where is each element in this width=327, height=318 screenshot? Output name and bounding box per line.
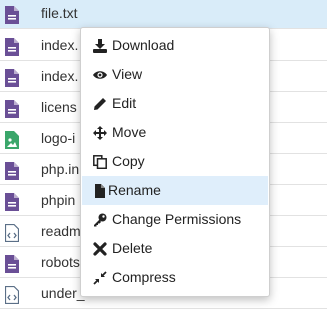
document-icon <box>5 255 19 273</box>
menu-item-compress[interactable]: Compress <box>82 263 268 292</box>
file-name[interactable]: index. <box>41 37 78 53</box>
menu-item-change-permissions[interactable]: Change Permissions <box>82 205 268 234</box>
download-icon <box>93 39 107 53</box>
file-name[interactable]: file.txt <box>41 5 78 21</box>
file-name[interactable]: under_ <box>41 285 85 301</box>
copy-icon <box>93 155 107 170</box>
document-icon <box>5 100 19 118</box>
file-name[interactable]: logo-i <box>41 130 75 146</box>
document-icon <box>5 38 19 56</box>
menu-item-delete[interactable]: Delete <box>82 234 268 263</box>
move-arrows-icon <box>93 126 107 140</box>
document-icon <box>5 69 19 87</box>
x-icon <box>93 242 107 256</box>
eye-icon <box>93 68 107 82</box>
document-icon <box>5 193 19 211</box>
context-menu: Download View Edit Move Copy Rename Chan… <box>80 27 270 297</box>
menu-item-copy[interactable]: Copy <box>82 147 268 176</box>
pencil-icon <box>93 97 107 111</box>
image-file-icon <box>5 131 19 149</box>
file-name[interactable]: licens <box>41 99 77 115</box>
menu-item-move[interactable]: Move <box>82 118 268 147</box>
file-name[interactable]: readm <box>41 223 81 239</box>
compress-icon <box>93 271 107 285</box>
file-row[interactable]: file.txt <box>0 0 327 29</box>
file-name[interactable]: robots <box>41 254 80 270</box>
menu-item-rename[interactable]: Rename <box>82 176 268 205</box>
file-name[interactable]: php.in <box>41 161 79 177</box>
menu-item-download[interactable]: Download <box>82 31 268 60</box>
menu-item-edit[interactable]: Edit <box>82 89 268 118</box>
code-file-icon <box>4 223 20 243</box>
code-file-icon <box>4 285 20 305</box>
file-name[interactable]: phpin <box>41 192 75 208</box>
key-icon <box>93 213 107 227</box>
file-name[interactable]: index. <box>41 68 78 84</box>
file-icon <box>93 184 107 198</box>
document-icon <box>5 162 19 180</box>
document-icon <box>5 6 19 24</box>
menu-item-view[interactable]: View <box>82 60 268 89</box>
